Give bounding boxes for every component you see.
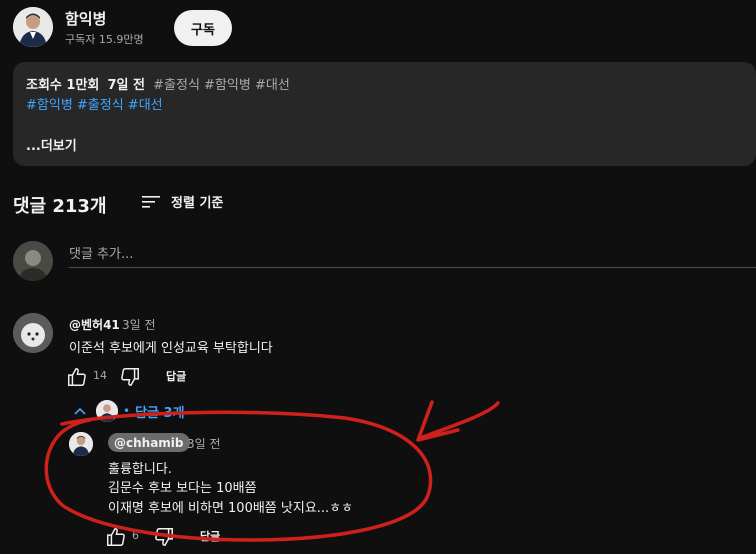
reply-button[interactable]: 답글 xyxy=(166,368,186,384)
inline-tags: #출정식 #함익병 #대선 xyxy=(153,78,290,93)
like-icon[interactable] xyxy=(105,526,127,548)
channel-avatar[interactable] xyxy=(13,7,53,47)
chevron-up-icon xyxy=(74,407,86,415)
sort-button[interactable]: 정렬 기준 xyxy=(171,192,223,211)
replies-toggle[interactable]: • 답글 3개 xyxy=(72,400,185,422)
comment-time[interactable]: 3일 전 xyxy=(122,316,156,333)
subscribe-button[interactable]: 구독 xyxy=(174,10,232,46)
reply-button[interactable]: 답글 xyxy=(200,528,220,544)
dislike-icon[interactable] xyxy=(153,526,175,548)
commenter-avatar[interactable] xyxy=(13,313,53,353)
view-count: 조회수 1만회 xyxy=(26,78,100,93)
description-meta: 조회수 1만회 7일 전 #출정식 #함익병 #대선 xyxy=(26,74,290,93)
subscriber-count: 구독자 15.9만명 xyxy=(65,33,144,46)
comment-author[interactable]: @벤허41 xyxy=(69,316,120,333)
upload-age: 7일 전 xyxy=(107,78,146,93)
user-avatar xyxy=(13,241,53,281)
description-tags[interactable]: #함익병 #출정식 #대선 xyxy=(26,94,163,113)
separator-dot: • xyxy=(123,404,131,418)
like-count: 14 xyxy=(93,369,107,382)
reply-author-avatar xyxy=(96,400,118,422)
like-icon[interactable] xyxy=(66,366,88,388)
comment-count: 댓글 213개 xyxy=(13,196,107,217)
channel-name[interactable]: 함익병 xyxy=(65,8,106,29)
sort-icon[interactable] xyxy=(142,194,160,208)
comment-text: 이준석 후보에게 인성교육 부탁합니다 xyxy=(69,341,273,356)
reply-text-line: 훌륭합니다. xyxy=(108,462,172,477)
reply-text-line: 김문수 후보 보다는 10배쯤 xyxy=(108,481,257,496)
reply-time[interactable]: 3일 전 xyxy=(187,435,221,452)
reply-author-badge[interactable]: @chhamib xyxy=(108,433,190,452)
dislike-icon[interactable] xyxy=(119,366,141,388)
add-comment-input[interactable] xyxy=(69,242,756,268)
reply-text-line: 이재명 후보에 비하면 100배쯤 낫지요...ㅎㅎ xyxy=(108,501,354,516)
like-count: 6 xyxy=(132,529,139,542)
replies-count-label: 답글 3개 xyxy=(135,405,185,421)
reply-avatar[interactable] xyxy=(69,432,93,456)
show-more-button[interactable]: ...더보기 xyxy=(26,135,77,154)
